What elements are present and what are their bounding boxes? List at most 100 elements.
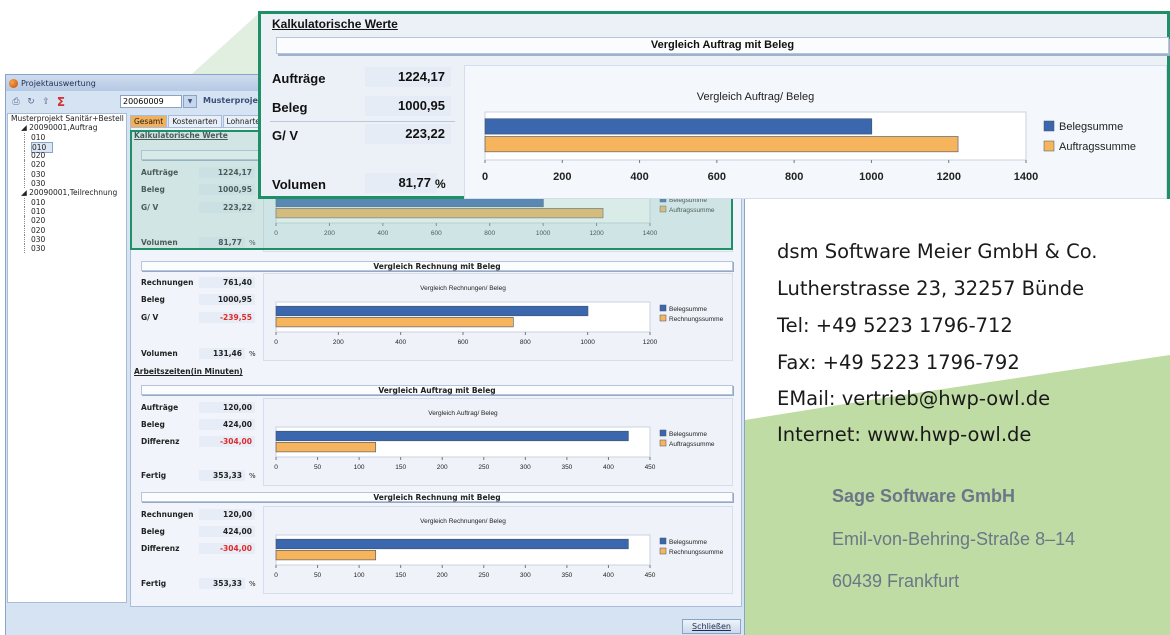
app-logo-icon <box>9 78 18 88</box>
value-label: Volumen <box>141 349 178 358</box>
zoom-bar-title: Vergleich Auftrag mit Beleg <box>276 37 1169 54</box>
window-title: Projektauswertung <box>21 78 96 88</box>
tree-leaf-selected[interactable]: 010 <box>24 141 126 154</box>
close-button-label: Schließen <box>692 622 731 631</box>
project-number-field[interactable]: 20060009 <box>120 95 182 108</box>
tree-group-label: 20090001,Teilrechnung <box>29 188 118 198</box>
x-tick-label: 0 <box>274 339 278 346</box>
legend-swatch <box>659 304 667 312</box>
x-tick-label: 1200 <box>936 171 960 183</box>
x-tick-label: 150 <box>395 464 406 471</box>
bar-chart-svg: Vergleich Rechnungen/ Beleg 0 200 400 600 800… <box>274 285 723 346</box>
tree-root[interactable]: Musterprojekt Sanitär+Bestell <box>8 114 126 123</box>
bar-belegsumme <box>484 118 873 135</box>
page: Projektauswertung ⎙ ↻ ⇪ Σ 20060009 ▼ Mus… <box>0 0 1170 635</box>
legend-label: Belegsumme <box>669 306 707 313</box>
bar-chart-svg: Vergleich Auftrag/ Beleg 0 200 400 600 800 100… <box>482 91 1136 183</box>
chart-kalk-rechnung: Vergleich Rechnungen/ Beleg 0 200 400 600 800… <box>263 273 733 361</box>
tree-leaf[interactable]: 010 <box>24 132 126 142</box>
zoom-label: Aufträge <box>272 71 326 86</box>
bar-auftragssumme <box>484 136 959 153</box>
arbeit-auftrag-bar-title: Vergleich Auftrag mit Beleg <box>141 385 733 395</box>
tree-leaf[interactable]: 030 <box>24 169 126 180</box>
chart-title: Vergleich Rechnungen/ Beleg <box>420 285 506 292</box>
chart-title: Vergleich Auftrag/ Beleg <box>697 91 814 103</box>
tree-leaf[interactable]: 030 <box>24 179 126 189</box>
value-label: Rechnungen <box>141 510 194 519</box>
tree-group-auftrag[interactable]: ◢ 20090001,Auftrag <box>8 123 126 132</box>
zoom-label: G/ V <box>272 128 299 143</box>
tree-leaf[interactable]: 020 <box>24 151 126 161</box>
value-label: Beleg <box>141 295 165 304</box>
value-field: 120,00 <box>199 402 255 413</box>
refresh-icon[interactable]: ↻ <box>25 96 37 108</box>
x-tick-label: 1000 <box>859 171 883 183</box>
legend-label: Rechnungssumme <box>669 549 724 556</box>
legend-swatch <box>1043 120 1055 132</box>
x-tick-label: 0 <box>274 572 278 579</box>
value-field: 424,00 <box>199 526 255 537</box>
value-label: G/ V <box>141 313 159 322</box>
zoom-label: Beleg <box>272 100 308 115</box>
tree-leaf[interactable]: 030 <box>24 234 126 245</box>
x-tick-label: 400 <box>603 464 614 471</box>
x-tick-label: 400 <box>395 339 406 346</box>
percent-unit: % <box>249 580 256 588</box>
tree-leaf[interactable]: 020 <box>24 160 126 170</box>
sage-company: Sage Software GmbH <box>832 486 1016 506</box>
tree-leaf[interactable]: 020 <box>24 216 126 226</box>
close-button[interactable]: Schließen <box>682 619 741 634</box>
zoom-value: 1000,95 <box>365 96 451 116</box>
export-icon[interactable]: ⇪ <box>40 96 52 108</box>
legend-label: Belegsumme <box>669 431 707 438</box>
chart-title: Vergleich Rechnungen/ Beleg <box>420 518 506 525</box>
chart-title: Vergleich Auftrag/ Beleg <box>428 410 498 417</box>
x-tick-label: 50 <box>314 464 322 471</box>
tree-leaf[interactable]: 010 <box>24 206 126 217</box>
tree-leaf[interactable]: 030 <box>24 244 126 254</box>
legend-label: Belegsumme <box>669 539 707 546</box>
value-field-negative: -304,00 <box>199 436 255 447</box>
arbeit-rechnung-bar-title: Vergleich Rechnung mit Beleg <box>141 492 733 502</box>
printer-icon[interactable]: ⎙ <box>10 96 22 108</box>
legend-swatch <box>659 537 667 545</box>
divider <box>270 121 455 122</box>
chevron-down-icon[interactable]: ▼ <box>183 95 197 108</box>
x-tick-label: 150 <box>395 572 406 579</box>
legend-swatch <box>659 429 667 437</box>
value-label: Differenz <box>141 544 180 553</box>
tree-group-teilrechnung[interactable]: ◢ 20090001,Teilrechnung <box>8 188 126 197</box>
value-field: 131,46 <box>199 348 245 359</box>
sage-street: Emil-von-Behring-Straße 8–14 <box>832 529 1076 549</box>
project-tree[interactable]: Musterprojekt Sanitär+Bestell ◢ 20090001… <box>7 113 127 603</box>
percent-unit: % <box>249 350 256 358</box>
x-tick-label: 1000 <box>580 339 595 346</box>
address-tel: Tel: +49 5223 1796-712 <box>777 314 1013 337</box>
tree-leaf[interactable]: 010 <box>24 197 126 207</box>
sigma-icon[interactable]: Σ <box>55 95 67 109</box>
legend-swatch <box>659 547 667 555</box>
zoom-value: 81,77 <box>365 173 437 193</box>
bar-belegsumme <box>275 538 629 550</box>
value-label: Fertig <box>141 579 167 588</box>
value-label: Aufträge <box>141 403 179 412</box>
legend-swatch <box>1043 140 1055 152</box>
zoom-value: 1224,17 <box>365 67 451 87</box>
value-label: Fertig <box>141 471 167 480</box>
x-tick-label: 800 <box>785 171 803 183</box>
x-tick-label: 400 <box>603 572 614 579</box>
value-field: 424,00 <box>199 419 255 430</box>
legend-swatch <box>659 314 667 322</box>
tree-leaf[interactable]: 020 <box>24 225 126 235</box>
zoom-percent-unit: % <box>435 177 446 191</box>
legend-swatch <box>659 439 667 447</box>
address-web: Internet: www.hwp-owl.de <box>777 423 1032 446</box>
percent-unit: % <box>249 472 256 480</box>
bar-belegsumme <box>275 305 589 317</box>
kalk-rechnung-bar-title: Vergleich Rechnung mit Beleg <box>141 261 733 271</box>
legend-label: Belegsumme <box>1059 121 1123 133</box>
x-tick-label: 250 <box>478 464 489 471</box>
value-field: 120,00 <box>199 509 255 520</box>
value-label: Differenz <box>141 437 180 446</box>
zoom-title: Kalkulatorische Werte <box>272 17 398 31</box>
